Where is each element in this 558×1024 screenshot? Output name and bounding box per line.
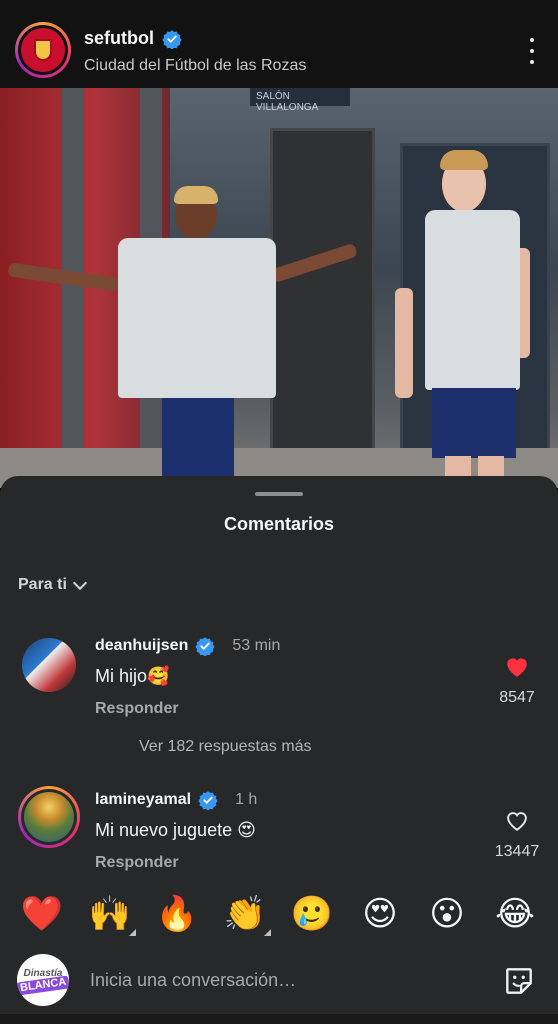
- comment-user-row: lamineyamal 1 h: [95, 790, 257, 810]
- comment-time: 53 min: [232, 637, 281, 654]
- comment-item: deanhuijsen 53 min Mi hijo🥰 Responder 85…: [0, 630, 558, 730]
- sticker-icon[interactable]: [502, 964, 536, 998]
- emoji-clapping[interactable]: 👏: [223, 892, 271, 936]
- emoji-heart[interactable]: ❤️: [20, 892, 64, 936]
- lamineyamal-avatar[interactable]: [18, 786, 80, 848]
- skin-tone-indicator: [129, 929, 136, 936]
- sheet-title: Comentarios: [223, 514, 335, 534]
- photo-sign: SALÓN VILLALONGA: [250, 88, 350, 113]
- comment-username[interactable]: deanhuijsen: [95, 637, 188, 655]
- view-more-replies-link[interactable]: Ver 182 respuestas más: [139, 738, 312, 756]
- heart-filled-icon[interactable]: [504, 654, 530, 678]
- my-avatar[interactable]: Dinastía BLANCA: [17, 954, 69, 1006]
- post-username[interactable]: sefutbol: [84, 28, 154, 49]
- emoji-fire[interactable]: 🔥: [155, 892, 199, 936]
- reply-button[interactable]: Responder: [95, 700, 179, 718]
- comment-text: Mi hijo🥰: [95, 666, 170, 686]
- emoji-heart-eyes[interactable]: 😍: [358, 892, 402, 936]
- like-count: 8547: [499, 689, 535, 706]
- deanhuijsen-avatar[interactable]: [22, 638, 76, 692]
- comment-time: 1 h: [235, 791, 258, 808]
- like-count: 13447: [494, 843, 540, 860]
- comments-sheet: Comentarios Para ti deanhuijsen 53 min M…: [0, 476, 558, 1024]
- photo-door: [270, 128, 375, 488]
- comment-text: Mi nuevo juguete 😍: [95, 820, 256, 840]
- comment-sort-label: Para ti: [18, 576, 67, 593]
- skin-tone-indicator: [264, 929, 271, 936]
- reply-button[interactable]: Responder: [95, 854, 179, 872]
- heart-outline-icon[interactable]: [504, 808, 530, 832]
- comment-user-row: deanhuijsen 53 min: [95, 636, 280, 656]
- verified-badge-icon: [198, 791, 218, 810]
- emoji-surprised[interactable]: 😮: [425, 892, 469, 936]
- emoji-raised-hands[interactable]: 🙌: [88, 892, 136, 936]
- comment-composer: Dinastía BLANCA: [0, 950, 558, 1010]
- chevron-down-icon: [72, 575, 87, 590]
- post-header: sefutbol Ciudad del Fútbol de las Rozas: [0, 0, 558, 88]
- post-photo[interactable]: SALÓN VILLALONGA: [0, 88, 558, 488]
- sefutbol-avatar[interactable]: [15, 22, 71, 78]
- verified-badge-icon: [195, 637, 216, 656]
- comment-like: 8547: [477, 654, 557, 707]
- comment-like: 13447: [477, 808, 557, 861]
- comment-sort-dropdown[interactable]: Para ti: [18, 575, 87, 594]
- comment-input[interactable]: [90, 966, 470, 994]
- spain-crest-icon: [21, 28, 65, 72]
- emoji-smiling-tear[interactable]: 🥲: [290, 892, 334, 936]
- verified-badge-icon: [162, 29, 182, 49]
- comment-username[interactable]: lamineyamal: [95, 791, 191, 809]
- post-username-row[interactable]: sefutbol: [84, 28, 182, 49]
- system-nav-bar: [0, 1014, 558, 1024]
- sheet-drag-handle[interactable]: [255, 492, 303, 496]
- emoji-laughing[interactable]: 😂: [493, 892, 537, 936]
- more-options-icon[interactable]: [528, 38, 536, 64]
- comment-item: lamineyamal 1 h Mi nuevo juguete 😍 Respo…: [0, 784, 558, 884]
- emoji-quick-bar: ❤️ 🙌 🔥 👏 🥲 😍 😮 😂: [0, 892, 558, 940]
- post-location[interactable]: Ciudad del Fútbol de las Rozas: [84, 57, 306, 75]
